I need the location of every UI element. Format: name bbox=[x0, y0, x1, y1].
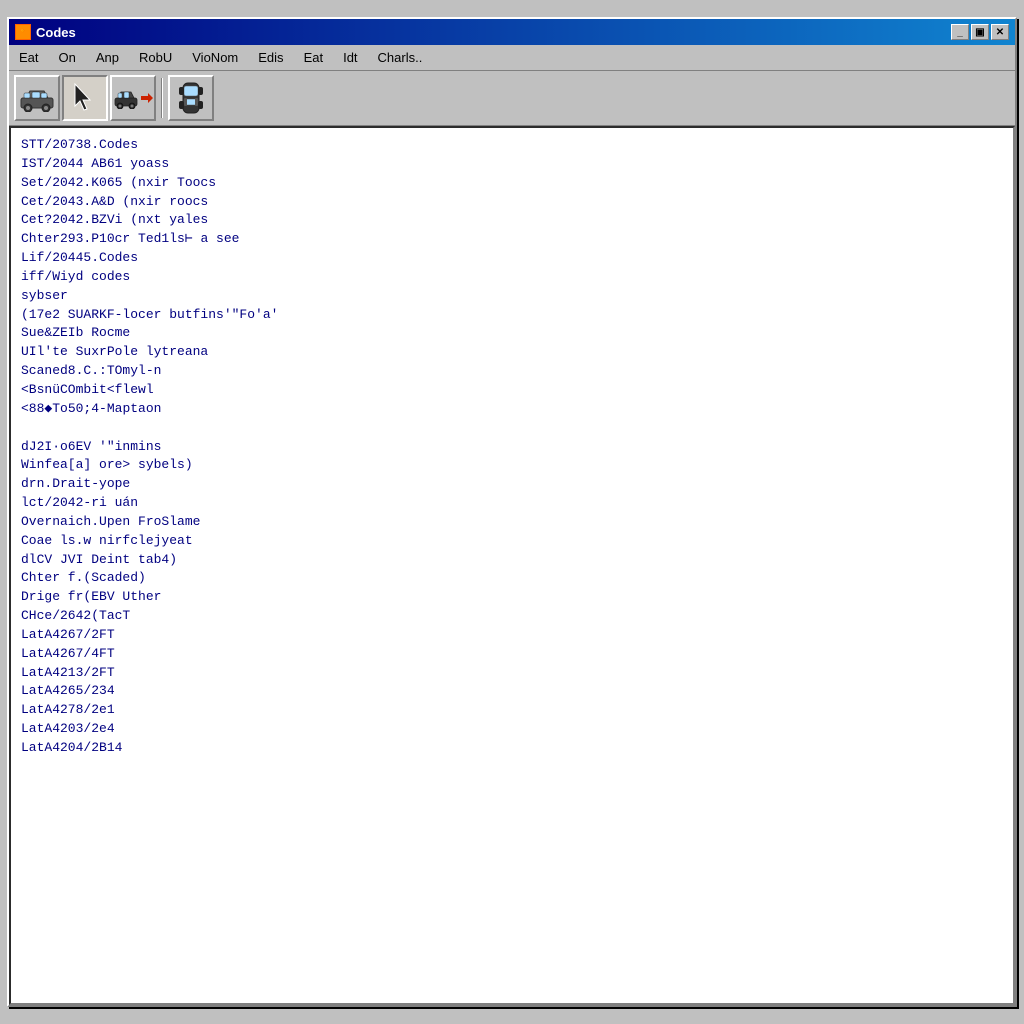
car1-button[interactable] bbox=[14, 75, 60, 121]
menu-eat2[interactable]: Eat bbox=[299, 48, 329, 67]
menu-violnom[interactable]: VioNom bbox=[187, 48, 243, 67]
car-top-icon bbox=[175, 79, 207, 117]
text-line: LatA4265/234 bbox=[21, 682, 1003, 701]
text-line: (17e2 SUARKF-locer butfins'"Fo'a' bbox=[21, 306, 1003, 325]
text-line: Set/2042.K065 (nxir Toocs bbox=[21, 174, 1003, 193]
menu-anp[interactable]: Anp bbox=[91, 48, 124, 67]
text-line: CHce/2642(TacT bbox=[21, 607, 1003, 626]
menu-on[interactable]: On bbox=[54, 48, 81, 67]
text-line: Coae ls.w nirfclejyeat bbox=[21, 532, 1003, 551]
minimize-button[interactable]: _ bbox=[951, 24, 969, 40]
text-content[interactable]: STT/20738.CodesIST/2044 AB61 yoassSet/20… bbox=[9, 126, 1015, 1005]
text-line: Chter293.P10cr Ted1ls⊢ a see bbox=[21, 230, 1003, 249]
text-line: drn.Drait-yope bbox=[21, 475, 1003, 494]
text-line: sybser bbox=[21, 287, 1003, 306]
text-line: LatA4204/2B14 bbox=[21, 739, 1003, 758]
text-line: LatA4267/4FT bbox=[21, 645, 1003, 664]
content-area: STT/20738.CodesIST/2044 AB61 yoassSet/20… bbox=[9, 126, 1015, 1005]
text-line: Winfea[a] ore> sybels) bbox=[21, 456, 1003, 475]
text-line: dlCV JVI Deint tab4) bbox=[21, 551, 1003, 570]
text-line: Cet?2042.BZVi (nxt yales bbox=[21, 211, 1003, 230]
text-line: IST/2044 AB61 yoass bbox=[21, 155, 1003, 174]
text-line: iff/Wiyd codes bbox=[21, 268, 1003, 287]
title-bar: 🔸 Codes _ ▣ ✕ bbox=[9, 19, 1015, 45]
menu-idt[interactable]: Idt bbox=[338, 48, 362, 67]
menu-bar: Eat On Anp RobU VioNom Edis Eat Idt Char… bbox=[9, 45, 1015, 71]
text-line: STT/20738.Codes bbox=[21, 136, 1003, 155]
text-line: LatA4213/2FT bbox=[21, 664, 1003, 683]
menu-charls[interactable]: Charls.. bbox=[373, 48, 428, 67]
arrow-right-icon bbox=[140, 91, 154, 105]
car-arrow-car-icon bbox=[113, 87, 139, 109]
text-line: UIl'te SuxrPole lytreana bbox=[21, 343, 1003, 362]
car1-icon bbox=[18, 84, 56, 112]
text-line: <88◆To50;4-Maptaon bbox=[21, 400, 1003, 419]
menu-eat1[interactable]: Eat bbox=[14, 48, 44, 67]
close-button[interactable]: ✕ bbox=[991, 24, 1009, 40]
title-bar-left: 🔸 Codes bbox=[15, 24, 76, 40]
text-line: Drige fr(EBV Uther bbox=[21, 588, 1003, 607]
window-icon: 🔸 bbox=[15, 24, 31, 40]
text-line: <BsnüCOmbit<flewl bbox=[21, 381, 1003, 400]
text-line: Overnaich.Upen FroSlame bbox=[21, 513, 1003, 532]
text-line: LatA4267/2FT bbox=[21, 626, 1003, 645]
main-window: 🔸 Codes _ ▣ ✕ Eat On Anp RobU VioNom Edi… bbox=[7, 17, 1017, 1007]
cursor-icon bbox=[71, 82, 99, 114]
restore-button[interactable]: ▣ bbox=[971, 24, 989, 40]
text-line: Sue&ZEIb Rocme bbox=[21, 324, 1003, 343]
text-line: LatA4203/2e4 bbox=[21, 720, 1003, 739]
toolbar-separator bbox=[161, 78, 163, 118]
text-line: dJ2I·o6EV '"inmins bbox=[21, 438, 1003, 457]
window-title: Codes bbox=[36, 25, 76, 40]
menu-robu[interactable]: RobU bbox=[134, 48, 177, 67]
text-line: LatA4278/2e1 bbox=[21, 701, 1003, 720]
text-line bbox=[21, 419, 1003, 438]
text-line: Chter f.(Scaded) bbox=[21, 569, 1003, 588]
cursor-button[interactable] bbox=[62, 75, 108, 121]
car-top-button[interactable] bbox=[168, 75, 214, 121]
toolbar bbox=[9, 71, 1015, 126]
menu-edis[interactable]: Edis bbox=[253, 48, 288, 67]
text-line: lct/2042-ri uán bbox=[21, 494, 1003, 513]
text-line: Lif/20445.Codes bbox=[21, 249, 1003, 268]
car-arrow-button[interactable] bbox=[110, 75, 156, 121]
text-line: Cet/2043.A&D (nxir roocs bbox=[21, 193, 1003, 212]
text-line: Scaned8.C.:TOmyl-n bbox=[21, 362, 1003, 381]
title-buttons: _ ▣ ✕ bbox=[951, 24, 1009, 40]
